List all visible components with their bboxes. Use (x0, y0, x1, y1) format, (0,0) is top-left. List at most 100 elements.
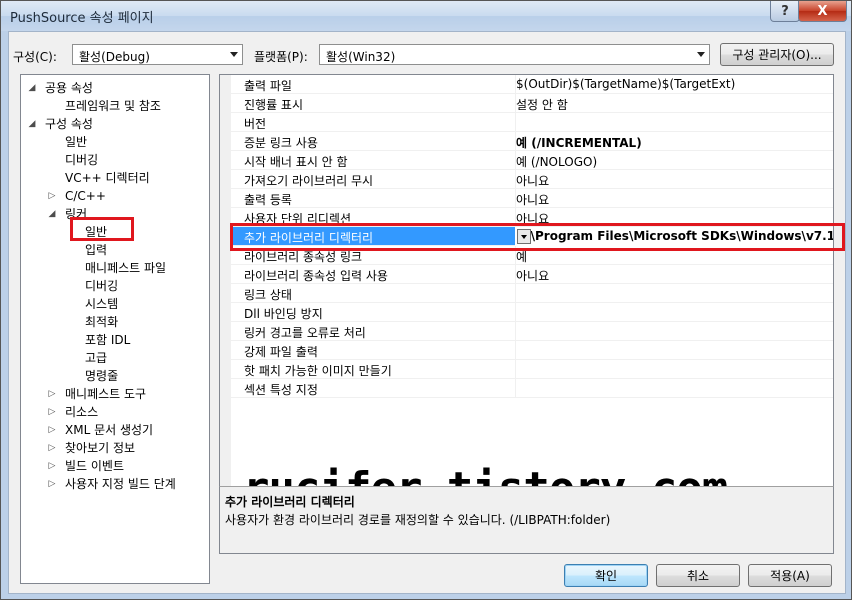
platform-value: 활성(Win32) (326, 50, 396, 64)
help-icon: ? (781, 3, 789, 19)
property-name: 출력 등록 (244, 193, 292, 207)
tree-item[interactable]: 일반 (21, 133, 209, 151)
tree-item[interactable]: 최적화 (21, 313, 209, 331)
tree-item[interactable]: 고급 (21, 349, 209, 367)
description-text: 사용자가 환경 라이브러리 경로를 재정의할 수 있습니다. (/LIBPATH… (225, 513, 611, 527)
close-button[interactable]: X (798, 1, 847, 22)
tree-item[interactable]: 매니페스트 파일 (21, 259, 209, 277)
property-name: 링커 경고를 오류로 처리 (244, 326, 366, 340)
property-row[interactable]: 증분 링크 사용 예 (/INCREMENTAL) (231, 132, 833, 151)
tree-item[interactable]: 디버깅 (21, 151, 209, 169)
help-button[interactable]: ? (770, 1, 800, 22)
property-row[interactable]: 출력 등록 아니요 (231, 189, 833, 208)
column-divider[interactable] (515, 284, 516, 303)
property-name: 강제 파일 출력 (244, 345, 318, 359)
tree-item[interactable]: ▷ C/C++ (21, 187, 209, 205)
column-divider[interactable] (515, 379, 516, 398)
collapse-arrow-icon[interactable]: ◢ (27, 115, 37, 133)
tree-item-label: 고급 (85, 351, 108, 365)
property-value: $(OutDir)$(TargetName)$(TargetExt) (516, 77, 736, 91)
tree-item-label: 매니페스트 도구 (65, 387, 147, 401)
tree-item[interactable]: ▷ 사용자 지정 빌드 단계 (21, 475, 209, 493)
apply-button[interactable]: 적용(A) (748, 564, 832, 587)
title-bar[interactable]: PushSource 속성 페이지 ? X (1, 1, 851, 31)
property-row[interactable]: 라이브러리 종속성 입력 사용 아니요 (231, 265, 833, 284)
configuration-label: 구성(C): (13, 50, 57, 64)
tree-item-label: 포함 IDL (85, 333, 131, 347)
tree-item-label: 프레임워크 및 참조 (65, 99, 161, 113)
property-row[interactable]: 핫 패치 가능한 이미지 만들기 (231, 360, 833, 379)
column-divider[interactable] (515, 322, 516, 341)
configuration-value: 활성(Debug) (79, 50, 150, 64)
property-name: 핫 패치 가능한 이미지 만들기 (244, 364, 392, 378)
tree-item[interactable]: ◢ 구성 속성 (21, 115, 209, 133)
property-row[interactable]: 버전 (231, 113, 833, 132)
property-name: 라이브러리 종속성 입력 사용 (244, 269, 388, 283)
property-name: Dll 바인딩 방지 (244, 307, 323, 321)
ok-button[interactable]: 확인 (564, 564, 648, 587)
tree-item-label: C/C++ (65, 189, 106, 203)
tree-item[interactable]: ◢ 공용 속성 (21, 79, 209, 97)
column-divider[interactable] (515, 303, 516, 322)
cancel-button[interactable]: 취소 (656, 564, 740, 587)
property-name: 출력 파일 (244, 79, 292, 93)
tree-item[interactable]: ▷ 찾아보기 정보 (21, 439, 209, 457)
column-divider[interactable] (515, 341, 516, 360)
tree-item[interactable]: ▷ 빌드 이벤트 (21, 457, 209, 475)
description-title: 추가 라이브러리 디렉터리 (225, 495, 355, 509)
tree-item[interactable]: 포함 IDL (21, 331, 209, 349)
expand-arrow-icon[interactable]: ▷ (47, 475, 57, 493)
tree-item[interactable]: 프레임워크 및 참조 (21, 97, 209, 115)
column-divider[interactable] (515, 360, 516, 379)
property-value: 예 (/NOLOGO) (516, 155, 598, 169)
tree-item-label: 디버깅 (85, 279, 119, 293)
property-value: 설정 안 함 (516, 98, 568, 112)
tree-item[interactable]: ▷ 리소스 (21, 403, 209, 421)
tree-item-label: 시스템 (85, 297, 119, 311)
property-row[interactable]: 링커 경고를 오류로 처리 (231, 322, 833, 341)
collapse-arrow-icon[interactable]: ◢ (27, 79, 37, 97)
property-name: 가져오기 라이브러리 무시 (244, 174, 374, 188)
property-name: 섹션 특성 지정 (244, 383, 318, 397)
tree-highlight-box (70, 217, 134, 241)
platform-combo[interactable]: 활성(Win32) (319, 44, 710, 65)
tree-item[interactable]: VC++ 디렉터리 (21, 169, 209, 187)
property-row[interactable]: Dll 바인딩 방지 (231, 303, 833, 322)
tree-item[interactable]: 명령줄 (21, 367, 209, 385)
column-divider[interactable] (515, 113, 516, 132)
expand-arrow-icon[interactable]: ▷ (47, 439, 57, 457)
tree-item[interactable]: 시스템 (21, 295, 209, 313)
expand-arrow-icon[interactable]: ▷ (47, 421, 57, 439)
tree-item-label: 찾아보기 정보 (65, 441, 136, 455)
tree-item-label: 디버깅 (65, 153, 99, 167)
grid-gutter (220, 75, 231, 486)
property-name: 버전 (244, 117, 267, 131)
collapse-arrow-icon[interactable]: ◢ (47, 205, 57, 223)
property-row[interactable]: 섹션 특성 지정 (231, 379, 833, 398)
configuration-combo[interactable]: 활성(Debug) (72, 44, 243, 65)
expand-arrow-icon[interactable]: ▷ (47, 403, 57, 421)
expand-arrow-icon[interactable]: ▷ (47, 187, 57, 205)
tree-item[interactable]: 입력 (21, 241, 209, 259)
window-title: PushSource 속성 페이지 (10, 11, 154, 26)
configuration-manager-button[interactable]: 구성 관리자(O)... (720, 43, 834, 66)
category-tree[interactable]: ◢ 공용 속성프레임워크 및 참조 ◢ 구성 속성 일반디버깅 VC++ 디렉터리 ▷ C/C… (20, 74, 210, 584)
property-name: 링크 상태 (244, 288, 292, 302)
property-row[interactable]: 진행률 표시 설정 안 함 (231, 94, 833, 113)
property-row[interactable]: 강제 파일 출력 (231, 341, 833, 360)
expand-arrow-icon[interactable]: ▷ (47, 457, 57, 475)
tree-item[interactable]: ▷ XML 문서 생성기 (21, 421, 209, 439)
expand-arrow-icon[interactable]: ▷ (47, 385, 57, 403)
tree-item-label: VC++ 디렉터리 (65, 171, 150, 185)
platform-label: 플랫폼(P): (254, 50, 308, 64)
property-row[interactable]: 가져오기 라이브러리 무시 아니요 (231, 170, 833, 189)
property-value: 예 (/INCREMENTAL) (516, 136, 642, 150)
tree-item[interactable]: 디버깅 (21, 277, 209, 295)
property-row[interactable]: 링크 상태 (231, 284, 833, 303)
property-name: 증분 링크 사용 (244, 136, 318, 150)
tree-item[interactable]: ▷ 매니페스트 도구 (21, 385, 209, 403)
property-row[interactable]: 시작 배너 표시 안 함 예 (/NOLOGO) (231, 151, 833, 170)
properties-window: PushSource 속성 페이지 ? X 구성(C): 활성(Debug) 플… (0, 0, 852, 600)
property-grid[interactable]: 출력 파일 $(OutDir)$(TargetName)$(TargetExt) 진… (219, 74, 834, 486)
property-row[interactable]: 출력 파일 $(OutDir)$(TargetName)$(TargetExt) (231, 75, 833, 94)
